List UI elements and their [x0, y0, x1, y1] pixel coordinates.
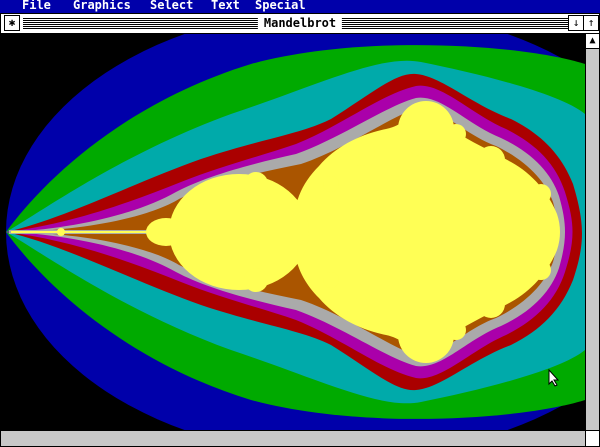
bud-c4 [477, 290, 505, 318]
bud-c7 [323, 176, 339, 192]
bud-c1 [347, 138, 375, 166]
mouse-pointer-icon [548, 369, 560, 387]
bud-p2-topleft [192, 187, 210, 205]
bud-c9 [446, 124, 466, 144]
period2-bulb [169, 174, 309, 290]
mini-bulb [57, 228, 65, 236]
menu-bar: File Graphics Select Text Special [0, 0, 600, 13]
mandelbrot-canvas[interactable] [1, 34, 585, 430]
bud-c3 [477, 146, 505, 174]
bud-c2 [347, 298, 375, 326]
menu-text[interactable]: Text [211, 0, 240, 12]
top-bud [398, 101, 454, 157]
resize-corner[interactable] [585, 430, 599, 446]
bud-c10 [446, 320, 466, 340]
scroll-up-icon[interactable]: ↑ [583, 15, 599, 31]
bud-p2-top [244, 172, 268, 196]
menu-file[interactable]: File [22, 0, 51, 12]
scroll-up-arrow-icon[interactable]: ▲ [586, 34, 599, 49]
bottom-bud [398, 307, 454, 363]
mandelbrot-window: ✱ Mandelbrot ↓ ↑ ▲ [0, 13, 600, 447]
menu-select[interactable]: Select [150, 0, 193, 12]
menu-special[interactable]: Special [255, 0, 306, 12]
scroll-down-icon[interactable]: ↓ [568, 15, 584, 31]
close-icon[interactable]: ✱ [4, 15, 20, 31]
window-titlebar[interactable]: ✱ Mandelbrot ↓ ↑ [1, 14, 599, 34]
bud-p2-bottom [244, 268, 268, 292]
window-title: Mandelbrot [257, 16, 343, 30]
horizontal-scrollbar[interactable] [1, 430, 585, 446]
bud-p2-bottomleft [192, 259, 210, 277]
vertical-scrollbar[interactable]: ▲ [585, 34, 599, 430]
bud-c8 [323, 272, 339, 288]
bud-c6 [531, 260, 551, 280]
small-left-bulb [146, 218, 186, 246]
menu-graphics[interactable]: Graphics [73, 0, 131, 12]
bud-c5 [531, 184, 551, 204]
